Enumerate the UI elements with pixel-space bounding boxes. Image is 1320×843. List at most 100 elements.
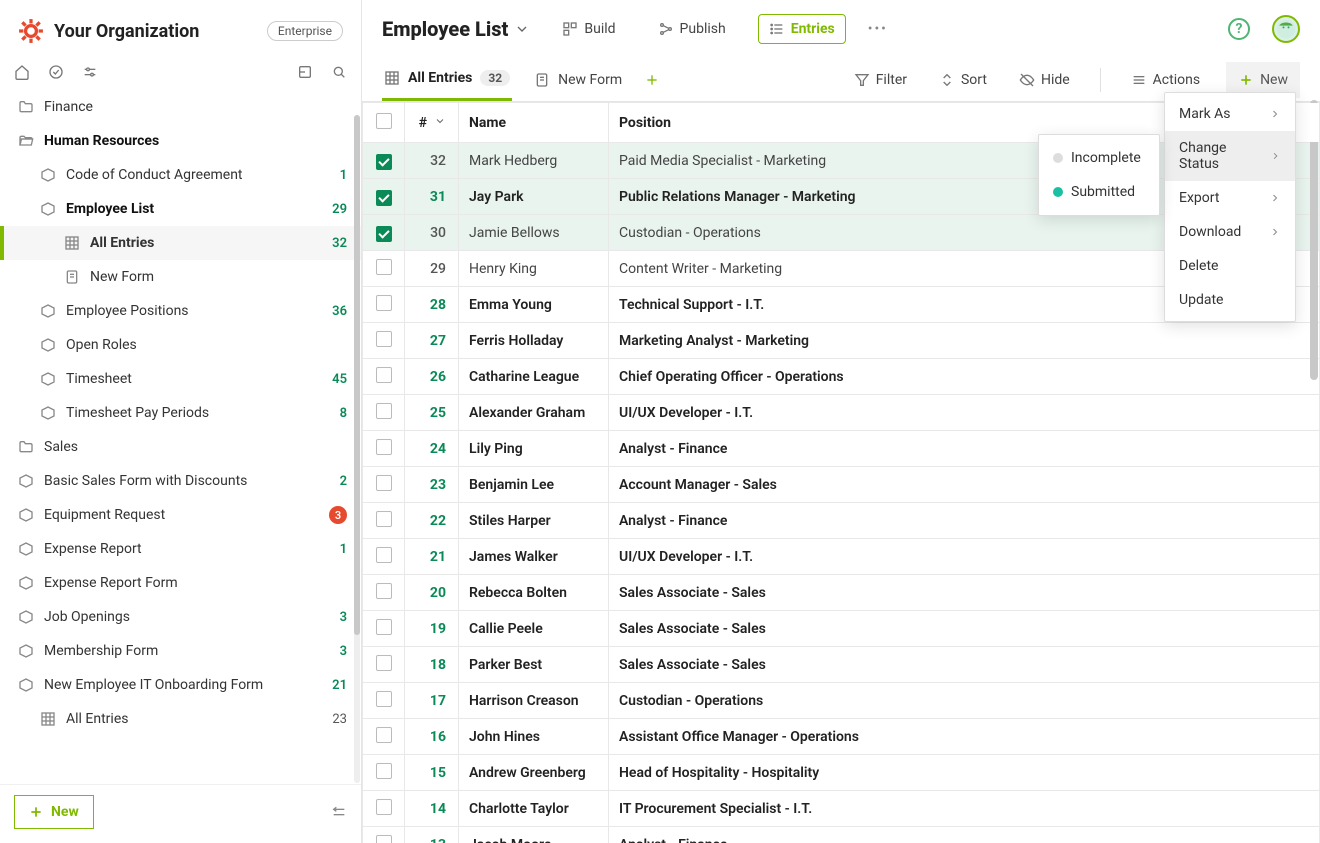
filter-button[interactable]: Filter <box>848 62 913 98</box>
row-checkbox[interactable] <box>376 799 392 815</box>
row-name: Lily Ping <box>459 431 609 467</box>
row-number: 23 <box>405 467 459 503</box>
sidebar-item[interactable]: New Employee IT Onboarding Form21 <box>0 668 361 702</box>
main-panel: Employee List Build Publish Entries ••• … <box>362 0 1320 843</box>
sidebar-scrollbar[interactable] <box>354 115 360 783</box>
table-row[interactable]: 18 Parker Best Sales Associate - Sales <box>363 647 1320 683</box>
row-checkbox[interactable] <box>376 190 392 206</box>
table-row[interactable]: 13 Jacob Moore Analyst - Finance <box>363 827 1320 843</box>
actions-menu-item[interactable]: Export <box>1165 181 1295 215</box>
table-row[interactable]: 24 Lily Ping Analyst - Finance <box>363 431 1320 467</box>
sidebar-new-button[interactable]: New <box>14 795 94 829</box>
table-row[interactable]: 23 Benjamin Lee Account Manager - Sales <box>363 467 1320 503</box>
status-menu-item[interactable]: Submitted <box>1039 175 1159 209</box>
sidebar-item[interactable]: Membership Form3 <box>0 634 361 668</box>
sidebar-item[interactable]: Employee Positions36 <box>0 294 361 328</box>
sidebar-item[interactable]: All Entries23 <box>0 702 361 736</box>
search-icon[interactable] <box>331 64 347 80</box>
row-checkbox[interactable] <box>376 403 392 419</box>
actions-menu-item[interactable]: Mark As <box>1165 97 1295 131</box>
row-checkbox[interactable] <box>376 835 392 843</box>
main-scrollbar[interactable] <box>1310 100 1318 843</box>
table-row[interactable]: 20 Rebecca Bolten Sales Associate - Sale… <box>363 575 1320 611</box>
tab-publish[interactable]: Publish <box>648 15 736 43</box>
row-checkbox[interactable] <box>376 226 392 242</box>
sidebar-item[interactable]: Code of Conduct Agreement1 <box>0 158 361 192</box>
help-icon[interactable]: ? <box>1228 18 1250 40</box>
page-title[interactable]: Employee List <box>382 17 530 41</box>
sidebar-item[interactable]: Open Roles <box>0 328 361 362</box>
col-name-header[interactable]: Name <box>459 103 609 143</box>
row-checkbox[interactable] <box>376 727 392 743</box>
sidebar-item-label: Expense Report Form <box>44 575 347 591</box>
sidebar-item[interactable]: Expense Report Form <box>0 566 361 600</box>
sidebar-item[interactable]: New Form <box>0 260 361 294</box>
sidebar-item[interactable]: All Entries32 <box>0 226 361 260</box>
sidebar-item[interactable]: Human Resources <box>0 124 361 158</box>
row-checkbox[interactable] <box>376 475 392 491</box>
row-checkbox[interactable] <box>376 655 392 671</box>
table-row[interactable]: 25 Alexander Graham UI/UX Developer - I.… <box>363 395 1320 431</box>
sidebar-item[interactable]: Timesheet45 <box>0 362 361 396</box>
row-checkbox[interactable] <box>376 259 392 275</box>
hide-button[interactable]: Hide <box>1013 62 1076 98</box>
sidebar-item[interactable]: Equipment Request3 <box>0 498 361 532</box>
row-checkbox[interactable] <box>376 619 392 635</box>
sliders-icon[interactable] <box>82 64 98 80</box>
home-icon[interactable] <box>14 64 30 80</box>
tab-entries[interactable]: Entries <box>758 14 846 44</box>
sidebar-item[interactable]: Job Openings3 <box>0 600 361 634</box>
sidebar-item[interactable]: Timesheet Pay Periods8 <box>0 396 361 430</box>
sort-icon <box>939 72 955 88</box>
row-position: Custodian - Operations <box>609 683 1320 719</box>
col-number-header[interactable]: # <box>419 115 427 131</box>
sort-button[interactable]: Sort <box>933 62 993 98</box>
table-row[interactable]: 15 Andrew Greenberg Head of Hospitality … <box>363 755 1320 791</box>
table-row[interactable]: 16 John Hines Assistant Office Manager -… <box>363 719 1320 755</box>
table-row[interactable]: 17 Harrison Creason Custodian - Operatio… <box>363 683 1320 719</box>
row-position: Chief Operating Officer - Operations <box>609 359 1320 395</box>
table-row[interactable]: 22 Stiles Harper Analyst - Finance <box>363 503 1320 539</box>
row-checkbox[interactable] <box>376 763 392 779</box>
panel-icon[interactable] <box>297 64 313 80</box>
actions-menu-item[interactable]: Download <box>1165 215 1295 249</box>
table-row[interactable]: 21 James Walker UI/UX Developer - I.T. <box>363 539 1320 575</box>
sidebar-scroll-thumb[interactable] <box>354 115 360 635</box>
sidebar-item[interactable]: Basic Sales Form with Discounts2 <box>0 464 361 498</box>
table-row[interactable]: 19 Callie Peele Sales Associate - Sales <box>363 611 1320 647</box>
row-checkbox[interactable] <box>376 367 392 383</box>
more-menu-icon[interactable]: ••• <box>868 21 888 37</box>
actions-menu-item[interactable]: Delete <box>1165 249 1295 283</box>
collapse-icon[interactable] <box>331 804 347 820</box>
sidebar-item[interactable]: Employee List29 <box>0 192 361 226</box>
row-checkbox[interactable] <box>376 511 392 527</box>
row-checkbox[interactable] <box>376 439 392 455</box>
select-all-checkbox[interactable] <box>376 113 392 129</box>
subtab-all-entries[interactable]: All Entries 32 <box>382 58 512 101</box>
avatar[interactable] <box>1272 15 1300 43</box>
sidebar-tree[interactable]: FinanceHuman ResourcesCode of Conduct Ag… <box>0 90 361 843</box>
table-row[interactable]: 27 Ferris Holladay Marketing Analyst - M… <box>363 323 1320 359</box>
sidebar-item[interactable]: Sales <box>0 430 361 464</box>
tab-build[interactable]: Build <box>552 15 625 43</box>
row-checkbox[interactable] <box>376 154 392 170</box>
filter-icon <box>854 72 870 88</box>
row-number: 29 <box>405 251 459 287</box>
row-checkbox[interactable] <box>376 691 392 707</box>
add-tab-icon[interactable] <box>644 72 660 88</box>
actions-menu-item[interactable]: Change Status <box>1165 131 1295 181</box>
status-menu-item[interactable]: Incomplete <box>1039 141 1159 175</box>
row-checkbox[interactable] <box>376 583 392 599</box>
row-checkbox[interactable] <box>376 295 392 311</box>
row-number: 14 <box>405 791 459 827</box>
sidebar-item[interactable]: Finance <box>0 90 361 124</box>
actions-menu-item[interactable]: Update <box>1165 283 1295 317</box>
row-checkbox[interactable] <box>376 547 392 563</box>
row-checkbox[interactable] <box>376 331 392 347</box>
table-row[interactable]: 14 Charlotte Taylor IT Procurement Speci… <box>363 791 1320 827</box>
sidebar-item[interactable]: Expense Report1 <box>0 532 361 566</box>
subtab-new-form[interactable]: New Form <box>532 60 624 100</box>
table-row[interactable]: 26 Catharine League Chief Operating Offi… <box>363 359 1320 395</box>
check-circle-icon[interactable] <box>48 64 64 80</box>
org-name[interactable]: Your Organization <box>54 21 267 42</box>
